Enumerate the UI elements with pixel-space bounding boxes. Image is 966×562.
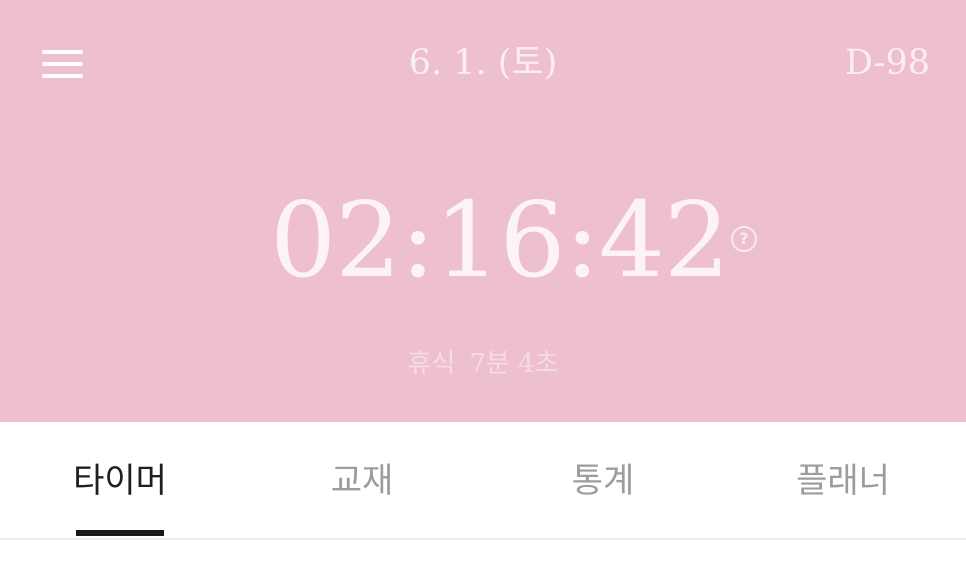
rest-time-display: 휴식 7분 4초	[0, 346, 966, 382]
active-tab-indicator	[76, 530, 164, 536]
timer-screen: 6. 1. (토) D-98 02:16:42 ? 휴식 7분 4초 타이머 교재…	[0, 0, 966, 562]
menu-bar-middle	[42, 62, 83, 66]
main-tab-bar: 타이머 교재 통계 플래너	[0, 422, 966, 540]
hamburger-menu-icon[interactable]	[36, 42, 88, 86]
tab-timer[interactable]: 타이머	[72, 458, 168, 538]
d-day-counter[interactable]: D-98	[845, 40, 930, 86]
date-display-wrapper: 6. 1. (토)	[0, 40, 966, 86]
tab-statistics-label: 통계	[571, 461, 635, 501]
tab-statistics[interactable]: 통계	[567, 458, 639, 538]
menu-bar-top	[42, 50, 83, 54]
tab-textbook[interactable]: 교재	[326, 458, 398, 538]
rest-duration: 7분 4초	[469, 349, 559, 379]
menu-bar-bottom	[42, 74, 83, 78]
tab-planner-label: 플래너	[796, 461, 890, 501]
tab-textbook-label: 교재	[330, 461, 394, 501]
rest-label: 휴식	[407, 349, 456, 379]
tab-timer-label: 타이머	[73, 461, 167, 501]
date-display[interactable]: 6. 1. (토)	[409, 43, 558, 83]
question-circle-icon[interactable]: ?	[731, 226, 757, 252]
timer-header-panel: 6. 1. (토) D-98 02:16:42 ? 휴식 7분 4초	[0, 0, 966, 422]
tab-planner[interactable]: 플래너	[794, 458, 892, 538]
study-timer-display: 02:16:42	[270, 179, 730, 301]
